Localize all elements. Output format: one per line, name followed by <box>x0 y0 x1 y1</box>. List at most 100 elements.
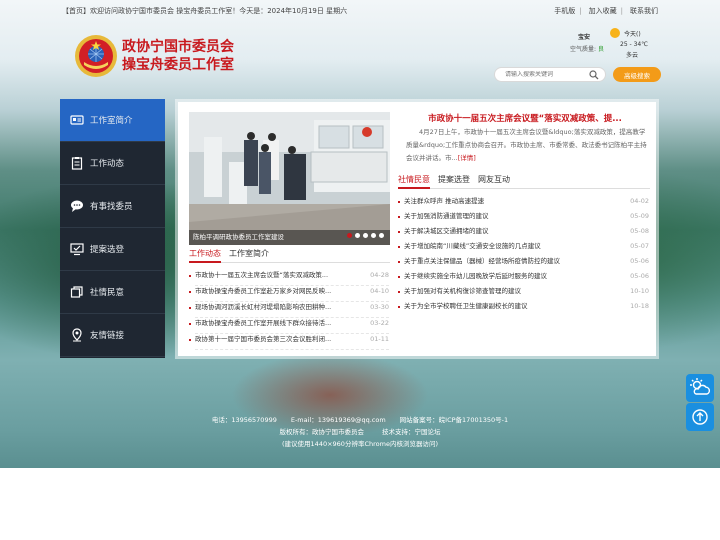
right-tabs: 社情民意 提案选登 网友互动 <box>398 174 650 189</box>
weather-today-suffix: ) <box>638 31 641 38</box>
list-item-title: 关于继续实施全市幼儿园晚放学后延时服务的建议 <box>404 272 547 280</box>
list-item[interactable]: 现场协调河沥溪长虹村河堤塌陷影响农田耕种... 03-30 <box>189 302 389 318</box>
list-item-date: 05-08 <box>630 227 649 235</box>
arrow-up-circle-icon <box>692 409 708 425</box>
slider-dot[interactable] <box>347 233 352 238</box>
monitor-check-icon <box>70 242 84 256</box>
list-item[interactable]: 市政协操宝舟委员工作室赴万家乡对网民反映... 04-10 <box>189 286 389 302</box>
list-item-date: 03-30 <box>370 303 389 311</box>
slider-dot[interactable] <box>379 233 384 238</box>
weather-float-button[interactable] <box>686 374 714 402</box>
tab-netizen-interaction[interactable]: 网友互动 <box>478 174 510 187</box>
list-item-title: 关于重点关注保健品（器械）经营场所疫情防控的建议 <box>404 257 560 265</box>
list-item[interactable]: 关于继续实施全市幼儿园晚放学后延时服务的建议 05-06 <box>398 271 649 286</box>
list-item-date: 04-10 <box>370 287 389 295</box>
right-news-list: 关注群众呼声 推动高速提速 04-02 关于加强消防通道管理的建议 05-09 关于… <box>398 196 649 316</box>
tab-public-opinion[interactable]: 社情民意 <box>398 174 430 189</box>
list-item-date: 10-18 <box>630 302 649 310</box>
list-item[interactable]: 关于重点关注保健品（器械）经营场所疫情防控的建议 05-06 <box>398 256 649 271</box>
list-item[interactable]: 政协第十一届宁国市委员会第三次会议胜利闭... 01-11 <box>189 334 389 350</box>
advanced-search-button[interactable]: 高级搜索 <box>613 67 661 82</box>
weather-temperature: 25 - 34℃ <box>620 41 648 48</box>
sidebar-item-label: 工作动态 <box>90 159 125 169</box>
list-item-title: 关于加强对有关机构復诊筛查管理的建议 <box>404 287 521 295</box>
search-icon[interactable] <box>589 70 599 82</box>
mobile-version-link[interactable]: 手机版 <box>554 7 575 15</box>
list-item[interactable]: 关于加强对有关机构復诊筛查管理的建议 10-10 <box>398 286 649 301</box>
list-item-title: 关于为全市学校聘任卫生健康副校长的建议 <box>404 302 528 310</box>
weather-description: 多云 <box>626 52 639 59</box>
search-box <box>494 67 606 82</box>
list-item-title: 市政协操宝舟委员工作室开展线下群众接待活... <box>195 319 332 327</box>
sidebar-item-proposals[interactable]: 提案选登 <box>60 228 165 271</box>
sidebar-item-intro[interactable]: 工作室简介 <box>60 99 165 142</box>
list-item-title: 政协第十一届宁国市委员会第三次会议胜利闭... <box>195 335 332 343</box>
id-card-icon <box>70 113 84 127</box>
partly-cloudy-icon <box>610 28 620 38</box>
list-item-date: 05-09 <box>630 212 649 220</box>
weather-today-label: 今天( <box>624 31 639 38</box>
welcome-text: 【首页】欢迎访问政协宁国市委员会 操宝舟委员工作室！今天是：2024年10月19… <box>62 7 348 15</box>
footer-contact-row: 电话：13956570999 E-mail：139619369@qq.com 网站备… <box>0 414 720 426</box>
tab-proposals[interactable]: 提案选登 <box>438 174 470 187</box>
list-item[interactable]: 关于加强消防通道管理的建议 05-09 <box>398 211 649 226</box>
sidebar-item-links[interactable]: 友情链接 <box>60 314 165 357</box>
layers-icon <box>70 285 84 299</box>
clipboard-icon <box>70 156 84 170</box>
photo-slider[interactable]: 陈柏平调研政协委员工作室建设 <box>189 112 390 245</box>
divider: | <box>579 7 582 15</box>
slider-dot[interactable] <box>355 233 360 238</box>
headline-title[interactable]: 市政协十一届五次主席会议暨“落实双减政策、提... <box>400 112 650 124</box>
list-item-title: 关于加强消防通道管理的建议 <box>404 212 489 220</box>
list-item[interactable]: 关注群众呼声 推动高速提速 04-02 <box>398 196 649 211</box>
weather-today: 今天() <box>624 29 641 38</box>
sidebar-nav: 工作室简介 工作动态 有事找委员 提案选登 社情民意 友情链接 <box>60 99 165 358</box>
location-pin-icon <box>70 328 84 342</box>
slider-dot[interactable] <box>371 233 376 238</box>
list-item-date: 05-07 <box>630 242 649 250</box>
list-item-title: 现场协调河沥溪长虹村河堤塌陷影响农田耕种... <box>195 303 332 311</box>
headline-excerpt-text: 4月27日上午，市政协十一届五次主席会议暨&ldquo;落实双减政策，提高教学质… <box>406 128 647 162</box>
sidebar-item-public-opinion[interactable]: 社情民意 <box>60 271 165 314</box>
list-item[interactable]: 关于为全市学校聘任卫生健康副校长的建议 10-18 <box>398 301 649 316</box>
headline-excerpt: 4月27日上午，市政协十一届五次主席会议暨&ldquo;落实双减政策，提高教学质… <box>406 126 650 165</box>
list-item[interactable]: 市政协操宝舟委员工作室开展线下群众接待活... 03-22 <box>189 318 389 334</box>
air-quality-value: 良 <box>597 46 604 53</box>
back-to-top-button[interactable] <box>686 403 714 431</box>
footer-support[interactable]: 技术支持：宁国论坛 <box>382 428 441 436</box>
list-item[interactable]: 关于增加皖南“川藏线”交通安全设施的几点建议 05-07 <box>398 241 649 256</box>
footer-browser-note: (建议使用1440×960分辨率Chrome内核浏览器访问) <box>282 440 438 448</box>
contact-us-link[interactable]: 联系我们 <box>630 7 658 15</box>
slider-dot[interactable] <box>363 233 368 238</box>
sidebar-item-news[interactable]: 工作动态 <box>60 142 165 185</box>
air-quality-label: 空气质量: <box>570 46 597 53</box>
list-item-date: 04-02 <box>630 197 649 205</box>
slider-dots <box>344 232 384 240</box>
list-item-date: 05-06 <box>630 272 649 280</box>
sidebar-item-label: 友情链接 <box>90 331 125 341</box>
list-item-date: 05-06 <box>630 257 649 265</box>
sidebar-item-contact-member[interactable]: 有事找委员 <box>60 185 165 228</box>
sun-cloud-icon <box>690 378 711 395</box>
tab-studio-intro[interactable]: 工作室简介 <box>229 248 269 261</box>
list-item[interactable]: 市政协十一届五次主席会议暨“落实双减政策... 04-28 <box>189 270 389 286</box>
list-item-date: 01-11 <box>370 335 389 343</box>
footer-icp[interactable]: 网站备案号：皖ICP备17001350号-1 <box>400 416 508 424</box>
sidebar-item-label: 工作室简介 <box>90 116 133 126</box>
cppcc-emblem-logo[interactable] <box>74 34 118 78</box>
details-link[interactable]: [详情] <box>458 154 476 162</box>
add-favorite-link[interactable]: 加入收藏 <box>589 7 617 15</box>
sidebar-item-label: 提案选登 <box>90 245 125 255</box>
divider: | <box>620 7 623 15</box>
list-item-date: 03-22 <box>370 319 389 327</box>
footer-copyright: 版权所有：政协宁国市委员会 <box>279 428 365 436</box>
site-title-line2: 操宝舟委员工作室 <box>122 57 234 73</box>
list-item-date: 10-10 <box>630 287 649 295</box>
search-input[interactable] <box>505 71 587 78</box>
tab-work-news[interactable]: 工作动态 <box>189 248 221 263</box>
chat-bubble-icon <box>70 199 84 213</box>
site-title-line1: 政协宁国市委员会 <box>122 39 234 55</box>
list-item-title: 关于解决城区交通拥堵的建议 <box>404 227 489 235</box>
footer: 电话：13956570999 E-mail：139619369@qq.com 网站备… <box>0 414 720 450</box>
list-item[interactable]: 关于解决城区交通拥堵的建议 05-08 <box>398 226 649 241</box>
